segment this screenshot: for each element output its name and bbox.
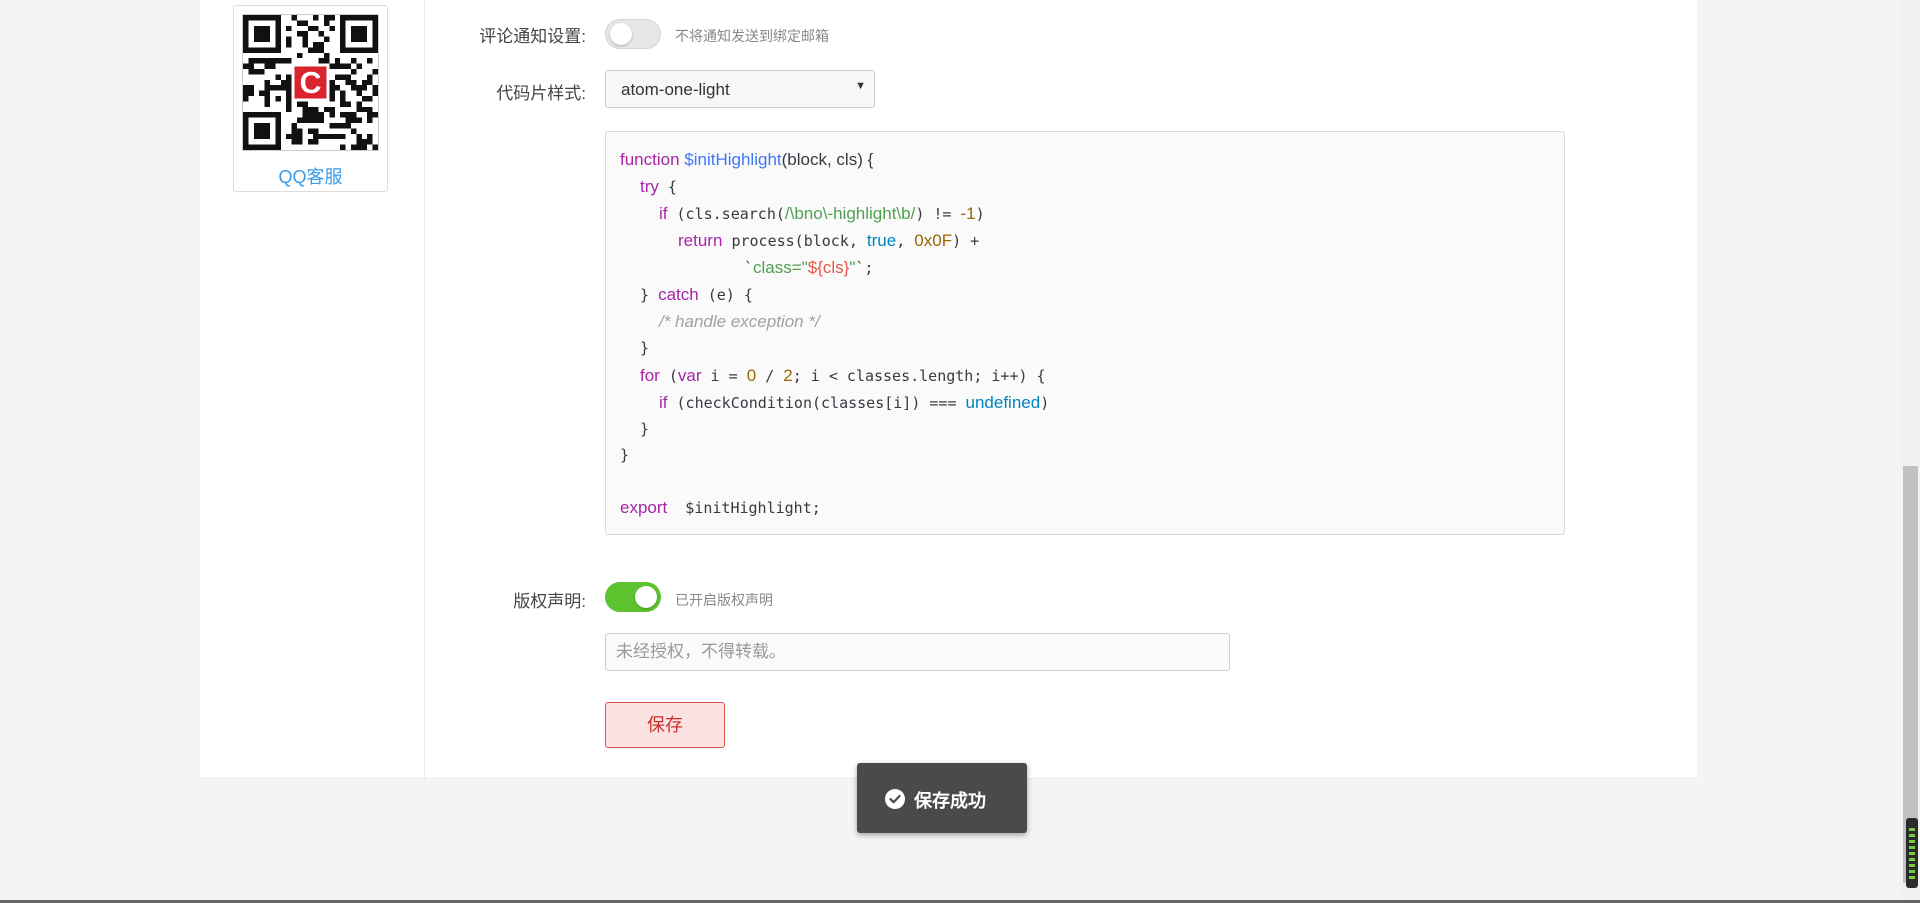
qr-logo-letter: C (300, 67, 322, 100)
code-preview: function $initHighlight(block, cls) { tr… (605, 131, 1565, 535)
comment-notify-toggle[interactable] (605, 19, 661, 49)
dropdown-arrow-icon: ▼ (855, 80, 866, 92)
code-line: `class="${cls}"`; (744, 258, 874, 277)
code-line: } (640, 420, 650, 438)
code-line: for (var i = 0 / 2; i < classes.length; … (640, 366, 1046, 385)
toggle-knob (610, 23, 632, 45)
qr-code-image: C (242, 14, 379, 151)
code-line: export $initHighlight; (620, 498, 821, 517)
check-circle-icon (885, 789, 905, 809)
copyright-label: 版权声明: (513, 592, 586, 611)
code-style-selected-value: atom-one-light (621, 80, 730, 99)
qq-service-card: C QQ客服 (233, 5, 388, 192)
code-style-select[interactable]: atom-one-light ▼ (605, 70, 875, 108)
qq-service-link[interactable]: QQ客服 (234, 163, 387, 189)
save-button[interactable]: 保存 (605, 702, 725, 748)
code-line: function $initHighlight(block, cls) { (620, 150, 874, 169)
success-toast: 保存成功 (857, 763, 1027, 833)
sidebar-divider (424, 0, 425, 778)
code-line: if (cls.search(/\bno\-highlight\b/) != -… (659, 204, 985, 223)
code-line: /* handle exception */ (659, 312, 820, 331)
toast-message: 保存成功 (914, 791, 986, 811)
qr-code-graphic: C (243, 15, 378, 150)
code-line: } (620, 446, 630, 464)
toggle-knob (635, 586, 657, 608)
comment-notify-hint: 不将通知发送到绑定邮箱 (675, 28, 829, 44)
copyright-hint: 已开启版权声明 (675, 592, 773, 608)
code-line: } catch (e) { (640, 285, 753, 304)
copyright-toggle[interactable] (605, 582, 661, 612)
volume-meter-icon (1906, 818, 1918, 888)
code-line: return process(block, true, 0x0F) + (678, 231, 980, 250)
copyright-text-input[interactable] (606, 634, 1229, 670)
comment-notify-label: 评论通知设置: (479, 27, 586, 46)
code-line: } (640, 339, 650, 357)
code-style-label: 代码片样式: (496, 84, 586, 103)
code-line: if (checkCondition(classes[i]) === undef… (659, 393, 1050, 412)
copyright-text-field-wrap (605, 633, 1230, 671)
code-line: try { (640, 177, 677, 196)
